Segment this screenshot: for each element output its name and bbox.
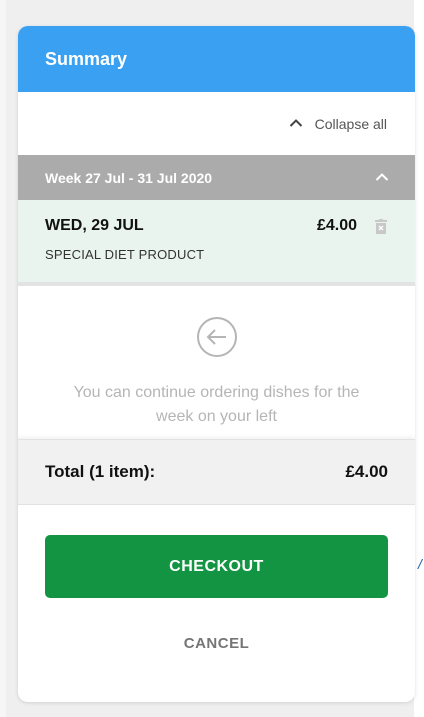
collapse-all-button[interactable]: Collapse all bbox=[18, 92, 415, 155]
week-header[interactable]: Week 27 Jul - 31 Jul 2020 bbox=[18, 155, 415, 200]
chevron-up-icon[interactable] bbox=[375, 169, 389, 187]
page-background-right bbox=[414, 0, 424, 717]
total-value: £4.00 bbox=[345, 462, 388, 481]
collapse-all-label: Collapse all bbox=[314, 115, 387, 132]
total-label: Total (1 item): bbox=[45, 462, 156, 481]
chevron-up-icon bbox=[289, 115, 315, 133]
week-label: Week 27 Jul - 31 Jul 2020 bbox=[45, 169, 213, 186]
order-price: £4.00 bbox=[316, 217, 357, 234]
continue-ordering-hint: You can continue ordering dishes for the… bbox=[18, 286, 415, 439]
summary-header: Summary bbox=[18, 26, 415, 92]
summary-panel: Summary Collapse all Week 27 Jul - 31 Ju… bbox=[18, 26, 415, 702]
order-product: SPECIAL DIET PRODUCT bbox=[45, 247, 205, 262]
checkout-button[interactable]: CHECKOUT bbox=[45, 535, 388, 598]
summary-title: Summary bbox=[45, 48, 128, 69]
order-day: WED, 29 JUL bbox=[45, 217, 144, 234]
offscreen-fragment: / bbox=[418, 556, 422, 572]
hint-text: You can continue ordering dishes for the… bbox=[73, 384, 360, 425]
total-bar: Total (1 item): £4.00 bbox=[18, 439, 415, 505]
trash-icon[interactable] bbox=[375, 218, 387, 234]
arrow-left-circle-icon bbox=[196, 316, 238, 363]
page-background-left bbox=[0, 0, 6, 717]
order-item: WED, 29 JUL £4.00 SPECIAL DIET PRODUCT bbox=[18, 200, 415, 286]
cancel-button[interactable]: CANCEL bbox=[45, 626, 388, 660]
